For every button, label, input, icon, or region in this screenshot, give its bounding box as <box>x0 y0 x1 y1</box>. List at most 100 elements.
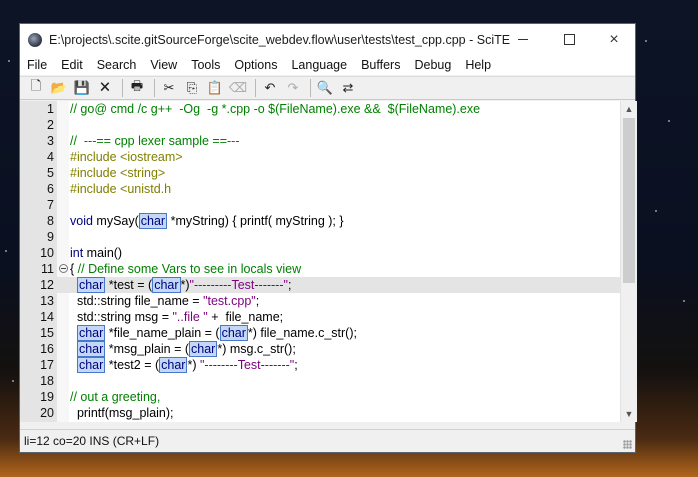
line-number: 7 <box>47 198 54 212</box>
menu-view[interactable]: View <box>143 55 184 75</box>
code-text[interactable]: char *file_name_plain = (char *) file_nam… <box>70 325 357 341</box>
paste-icon[interactable]: 📋 <box>205 78 225 98</box>
code-text[interactable]: // go@ cmd /c g++ -Og -g *.cpp -o $(File… <box>70 101 480 117</box>
scite-app-icon <box>28 32 42 47</box>
code-line[interactable]: 19 // out a greeting, <box>20 389 620 405</box>
line-number: 20 <box>40 406 54 420</box>
undo-icon[interactable]: ↶ <box>260 78 280 98</box>
menu-bar: File Edit Search View Tools Options Lang… <box>20 55 635 75</box>
code-text[interactable]: #include <iostream> <box>70 149 183 165</box>
resize-grip-icon[interactable] <box>623 440 632 449</box>
line-number: 19 <box>40 390 54 404</box>
code-editor[interactable]: 1 // go@ cmd /c g++ -Og -g *.cpp -o $(Fil… <box>20 101 637 422</box>
code-line[interactable]: 12 char *test = (char *)"---------Test---… <box>20 277 620 293</box>
status-bar: li=12 co=20 INS (CR+LF) <box>20 429 635 452</box>
line-number: 2 <box>47 118 54 132</box>
delete-icon[interactable]: ⌫ <box>228 78 248 98</box>
code-line[interactable]: 9 <box>20 229 620 245</box>
line-number: 3 <box>47 134 54 148</box>
code-line[interactable]: 20 printf(msg_plain); <box>20 405 620 421</box>
menu-language[interactable]: Language <box>284 55 354 75</box>
toolbar-separator <box>154 79 155 97</box>
line-number: 17 <box>40 358 54 372</box>
vertical-scrollbar[interactable]: ▲ ▼ <box>620 101 637 422</box>
code-text[interactable]: std::string file_name = "test.cpp"; <box>70 293 259 309</box>
menu-search[interactable]: Search <box>90 55 144 75</box>
line-number: 4 <box>47 150 54 164</box>
maximize-icon <box>563 34 575 45</box>
replace-icon[interactable]: ⇄ <box>338 78 358 98</box>
title-bar[interactable]: E:\projects\.scite.gitSourceForge\scite_… <box>20 24 635 55</box>
menu-tools[interactable]: Tools <box>184 55 227 75</box>
copy-icon[interactable]: ⎘ <box>182 78 202 98</box>
minimize-button[interactable] <box>500 24 546 55</box>
code-line[interactable]: 6 #include <unistd.h <box>20 181 620 197</box>
code-line[interactable]: 10 int main() <box>20 245 620 261</box>
save-icon[interactable]: 💾 <box>72 78 92 98</box>
star <box>645 40 647 42</box>
menu-help[interactable]: Help <box>458 55 498 75</box>
line-number: 1 <box>47 102 54 116</box>
scite-window: E:\projects\.scite.gitSourceForge\scite_… <box>19 23 637 453</box>
star <box>683 300 685 302</box>
code-line[interactable]: 15 char *file_name_plain = (char *) file_… <box>20 325 620 341</box>
line-number: 11 <box>41 262 54 276</box>
line-number: 13 <box>40 294 54 308</box>
code-line[interactable]: 2 <box>20 117 620 133</box>
scroll-down-icon[interactable]: ▼ <box>621 406 637 422</box>
code-line[interactable]: 17 char *test2 = (char *) "--------Test--… <box>20 357 620 373</box>
menu-debug[interactable]: Debug <box>407 55 458 75</box>
menu-edit[interactable]: Edit <box>54 55 90 75</box>
menu-file[interactable]: File <box>20 55 54 75</box>
code-line[interactable]: 8 void mySay(char *myString) { printf( my… <box>20 213 620 229</box>
code-text[interactable]: #include <unistd.h <box>70 181 171 197</box>
code-line[interactable]: 4 #include <iostream> <box>20 149 620 165</box>
redo-icon[interactable]: ↷ <box>283 78 303 98</box>
line-number: 8 <box>47 214 54 228</box>
toolbar-separator <box>122 79 123 97</box>
menu-options[interactable]: Options <box>227 55 284 75</box>
print-icon[interactable]: 🖶 <box>127 78 147 98</box>
code-lines[interactable]: 1 // go@ cmd /c g++ -Og -g *.cpp -o $(Fil… <box>20 101 620 421</box>
code-line[interactable]: 3 // ---== cpp lexer sample ==--- <box>20 133 620 149</box>
code-text[interactable]: std::string msg = "..file " + file_name; <box>70 309 283 325</box>
code-line[interactable]: 14 std::string msg = "..file " + file_na… <box>20 309 620 325</box>
line-number: 5 <box>47 166 54 180</box>
code-line[interactable]: 5 #include <string> <box>20 165 620 181</box>
code-text[interactable]: // out a greeting, <box>70 389 160 405</box>
open-folder-icon[interactable]: 📂 <box>49 78 69 98</box>
close-file-icon[interactable]: 🗙 <box>95 78 115 98</box>
code-text[interactable]: char *test2 = (char *) "--------Test-----… <box>70 357 298 373</box>
code-text[interactable]: int main() <box>70 245 122 261</box>
line-number: 10 <box>40 246 54 260</box>
code-line[interactable]: 11 { // Define some Vars to see in locals… <box>20 261 620 277</box>
code-line[interactable]: 1 // go@ cmd /c g++ -Og -g *.cpp -o $(Fil… <box>20 101 620 117</box>
line-number: 14 <box>40 310 54 324</box>
code-text[interactable]: void mySay(char *myString) { printf( myS… <box>70 213 344 229</box>
code-line[interactable]: 7 <box>20 197 620 213</box>
status-text: li=12 co=20 INS (CR+LF) <box>24 434 160 448</box>
new-file-icon[interactable]: 🗋 <box>26 78 46 98</box>
code-text[interactable]: char *msg_plain = (char *) msg.c_str(); <box>70 341 296 357</box>
find-icon[interactable]: 🔍 <box>315 78 335 98</box>
star <box>668 120 670 122</box>
code-text[interactable]: printf(msg_plain); <box>70 405 174 421</box>
code-line[interactable]: 13 std::string file_name = "test.cpp"; <box>20 293 620 309</box>
fold-toggle-icon[interactable] <box>59 264 68 273</box>
code-text[interactable]: char *test = (char *)"---------Test------… <box>70 277 291 293</box>
code-line[interactable]: 16 char *msg_plain = (char *) msg.c_str()… <box>20 341 620 357</box>
code-text[interactable]: #include <string> <box>70 165 165 181</box>
code-line[interactable]: 18 <box>20 373 620 389</box>
scroll-up-icon[interactable]: ▲ <box>621 101 637 117</box>
scrollbar-thumb[interactable] <box>623 118 635 283</box>
close-icon: × <box>609 30 619 48</box>
line-number: 18 <box>40 374 54 388</box>
menu-buffers[interactable]: Buffers <box>354 55 407 75</box>
cut-icon[interactable]: ✂ <box>159 78 179 98</box>
minimize-icon <box>518 39 528 40</box>
star <box>8 60 10 62</box>
close-button[interactable]: × <box>591 24 637 55</box>
code-text[interactable]: // ---== cpp lexer sample ==--- <box>70 133 240 149</box>
maximize-button[interactable] <box>546 24 592 55</box>
code-text[interactable]: { // Define some Vars to see in locals v… <box>70 261 301 277</box>
